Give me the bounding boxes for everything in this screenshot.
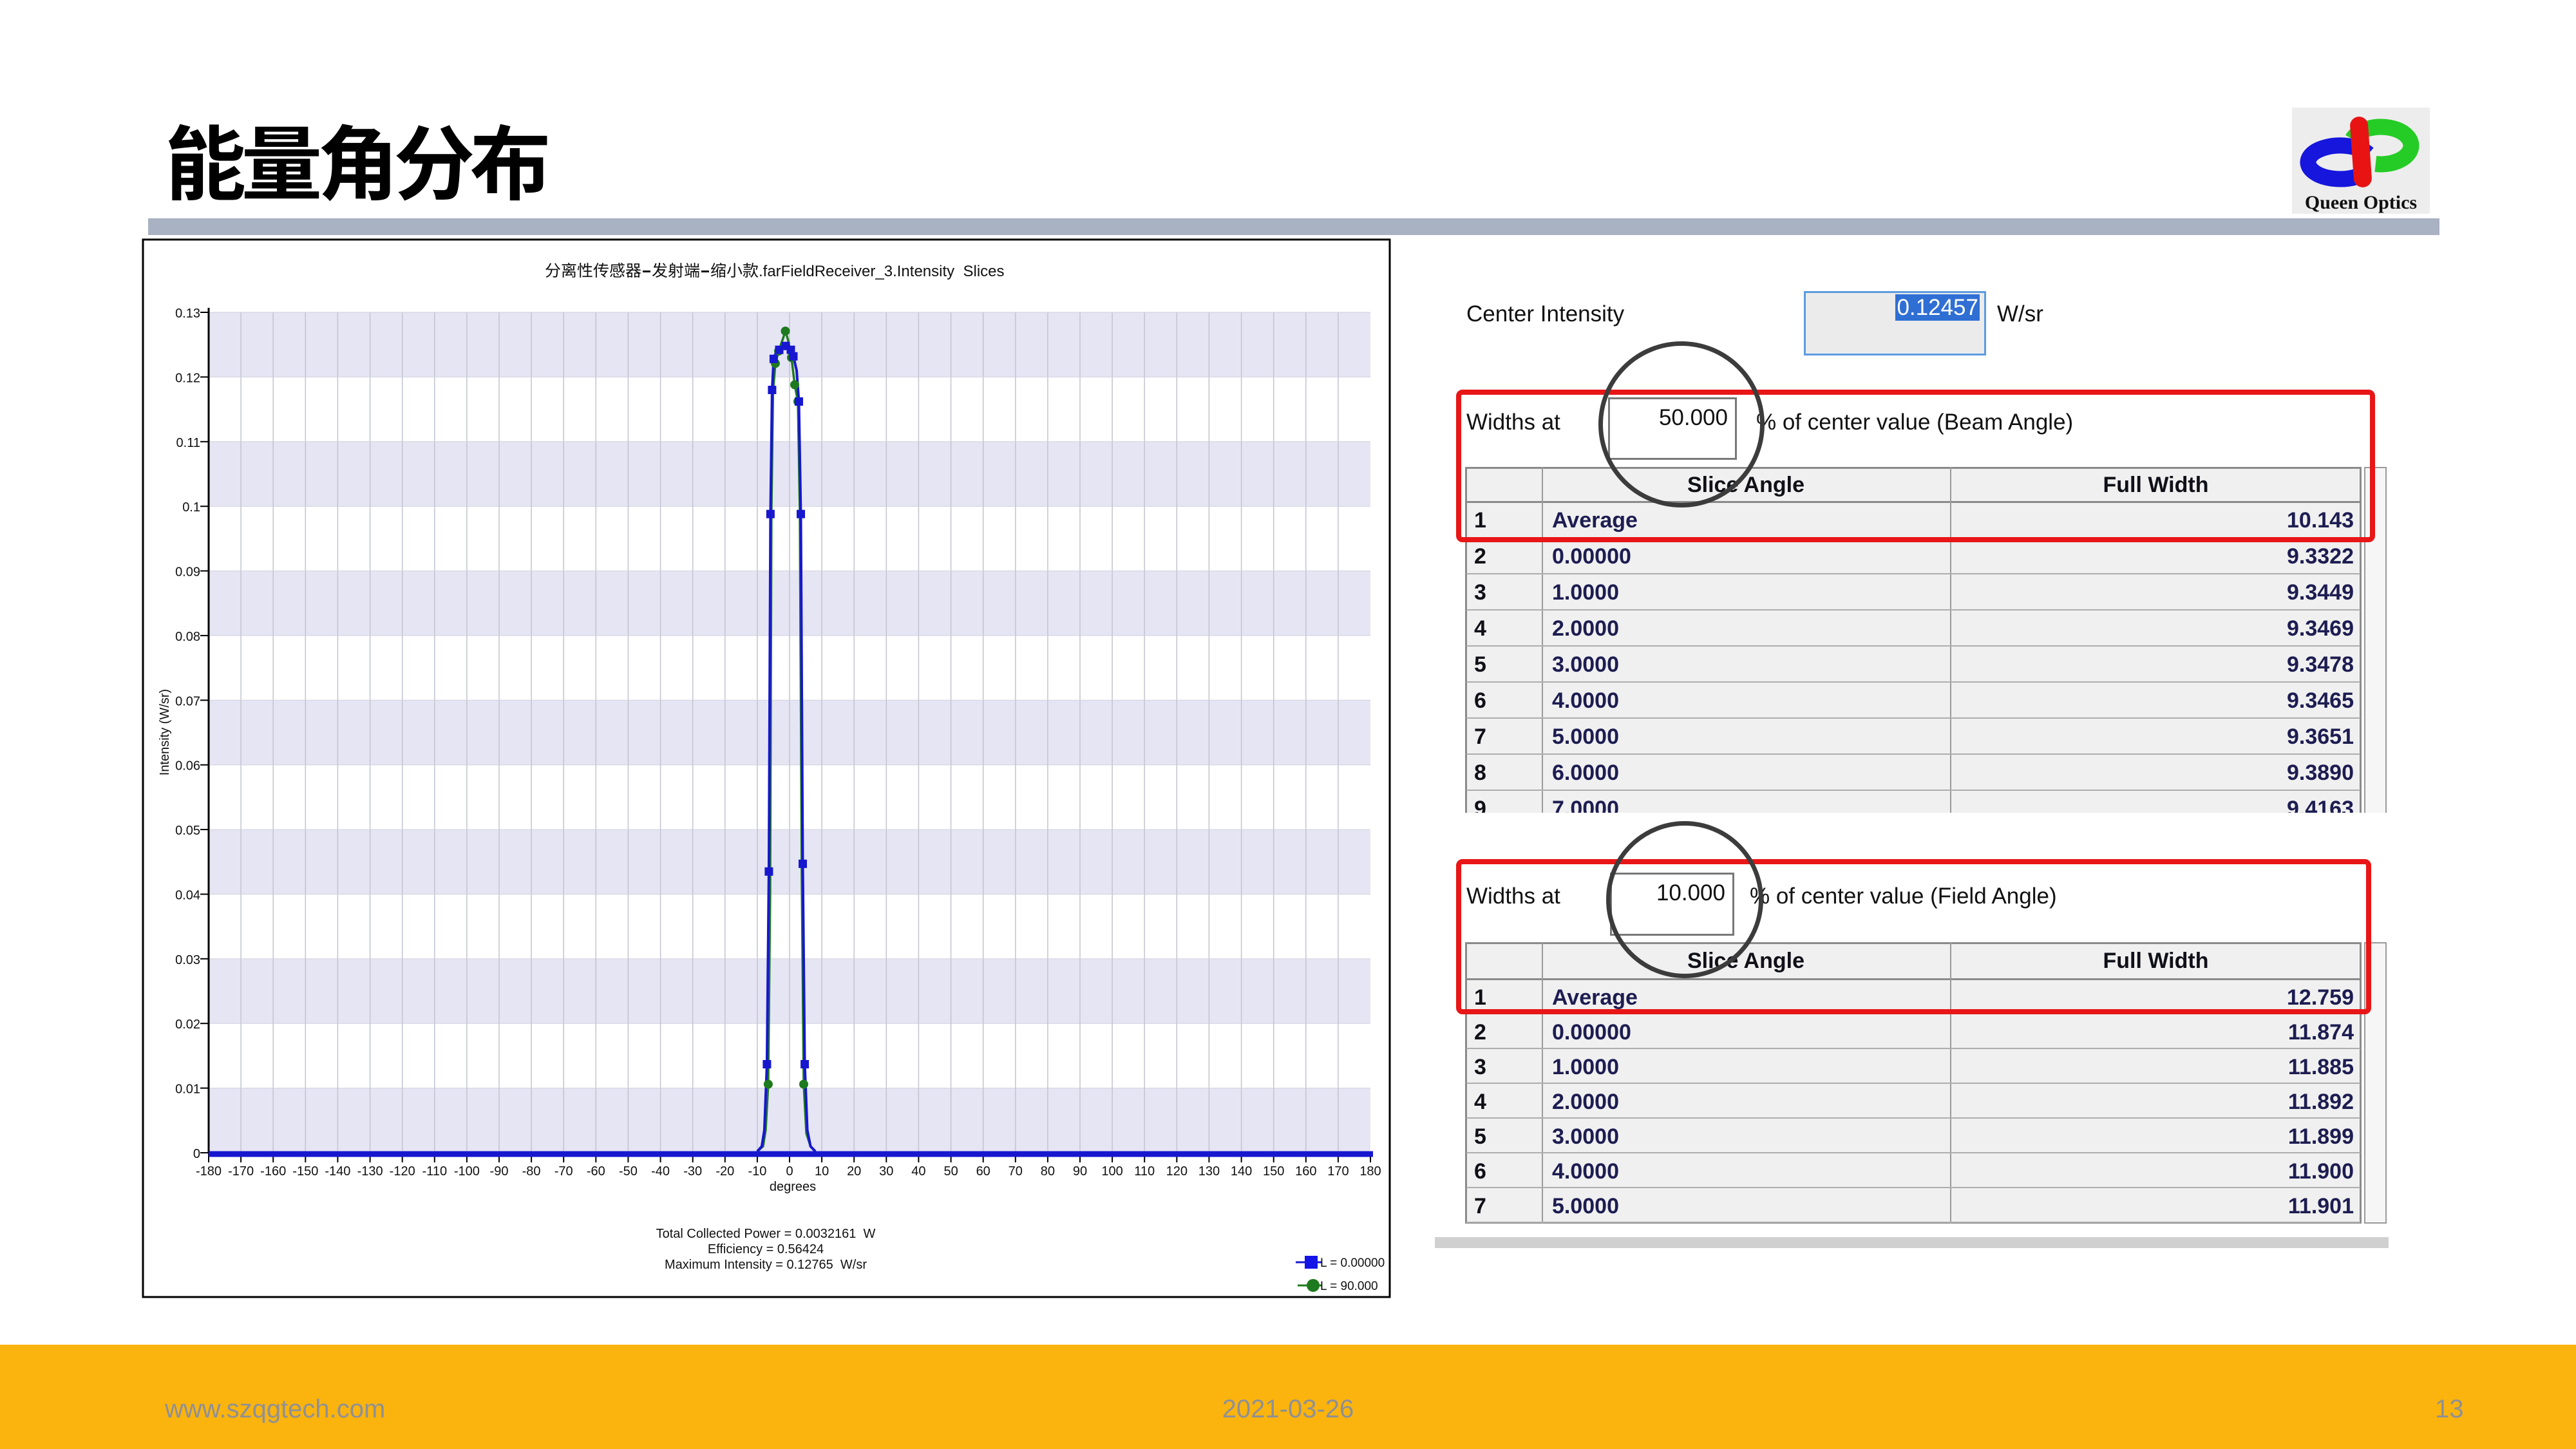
svg-text:0.08: 0.08 [175,630,200,644]
svg-text:-100: -100 [454,1164,480,1179]
svg-text:0.05: 0.05 [175,824,200,838]
svg-text:180: 180 [1359,1164,1381,1179]
svg-text:-180: -180 [196,1164,222,1179]
svg-text:.farFieldReceiver_3.Intensity: .farFieldReceiver_3.Intensity Slices [759,263,1005,280]
svg-text:-40: -40 [651,1164,670,1179]
svg-text:0.12: 0.12 [175,371,200,385]
svg-text:170: 170 [1327,1164,1349,1179]
svg-text:150: 150 [1263,1164,1284,1179]
svg-text:-60: -60 [587,1164,605,1179]
svg-text:0.06: 0.06 [175,759,200,773]
svg-text:140: 140 [1231,1164,1252,1179]
svg-text:40: 40 [911,1164,925,1179]
svg-text:130: 130 [1198,1164,1220,1179]
svg-text:-140: -140 [325,1164,350,1179]
svg-text:160: 160 [1295,1164,1316,1179]
svg-text:-20: -20 [715,1164,734,1179]
svg-text:Intensity (W/sr): Intensity (W/sr) [158,689,172,775]
svg-text:-70: -70 [554,1164,573,1179]
svg-text:Queen Optics: Queen Optics [2305,192,2417,213]
svg-text:0: 0 [193,1147,200,1161]
svg-text:110: 110 [1134,1164,1155,1179]
svg-text:L = 0.00000: L = 0.00000 [1320,1256,1385,1270]
svg-text:0.03: 0.03 [175,953,200,967]
svg-text:Maximum Intensity = 0.12765 W: Maximum Intensity = 0.12765 W/sr [665,1258,867,1272]
svg-text:-160: -160 [260,1164,286,1179]
svg-text:70: 70 [1009,1164,1023,1179]
svg-text:Efficiency = 0.56424: Efficiency = 0.56424 [708,1242,824,1256]
svg-text:Total Collected Power = 0.0032: Total Collected Power = 0.0032161 W [656,1227,876,1241]
svg-text:20: 20 [847,1164,861,1179]
svg-text:0.07: 0.07 [175,694,200,708]
svg-text:0.01: 0.01 [175,1083,200,1097]
svg-text:-50: -50 [619,1164,638,1179]
svg-text:100: 100 [1101,1164,1122,1179]
svg-text:30: 30 [879,1164,893,1179]
svg-text:-120: -120 [390,1164,415,1179]
svg-text:120: 120 [1166,1164,1188,1179]
svg-text:90: 90 [1073,1164,1087,1179]
svg-text:0: 0 [786,1164,793,1179]
svg-text:0.02: 0.02 [175,1018,200,1032]
svg-text:-30: -30 [683,1164,702,1179]
svg-text:0.04: 0.04 [175,889,200,903]
svg-text:-80: -80 [522,1164,541,1179]
svg-text:-90: -90 [490,1164,509,1179]
svg-text:-170: -170 [228,1164,254,1179]
svg-text:60: 60 [976,1164,990,1179]
svg-text:80: 80 [1041,1164,1055,1179]
svg-text:-10: -10 [748,1164,766,1179]
svg-text:50: 50 [943,1164,958,1179]
svg-text:-110: -110 [422,1164,448,1179]
svg-text:-150: -150 [292,1164,318,1179]
svg-text:0.09: 0.09 [175,565,200,580]
svg-text:0.11: 0.11 [176,436,200,450]
svg-text:0.1: 0.1 [182,500,200,515]
svg-text:10: 10 [815,1164,829,1179]
svg-text:degrees: degrees [770,1180,816,1194]
svg-text:L = 90.000: L = 90.000 [1320,1280,1378,1293]
svg-text:-130: -130 [357,1164,383,1179]
